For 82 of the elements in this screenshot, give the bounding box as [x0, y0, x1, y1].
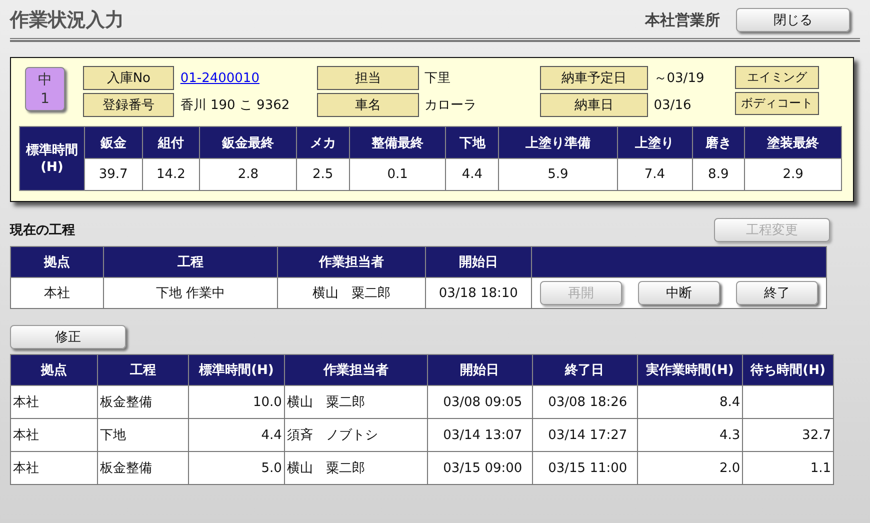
column-header: 作業担当者 [284, 354, 428, 386]
column-header: 下地 [446, 126, 499, 158]
field-label: 納車予定日 [540, 66, 648, 90]
table-cell: 39.7 [84, 158, 142, 190]
table-cell: 4.4 [446, 158, 499, 190]
table-cell: 2.9 [744, 158, 842, 190]
table-cell: 1.1 [810, 460, 831, 476]
table-cell: 7.4 [617, 158, 692, 190]
table-cell: 横山 粟二郎 [286, 395, 365, 410]
column-header: 拠点 [10, 246, 104, 278]
field-value: 香川 190 こ 9362 [180, 97, 291, 114]
field-label: エイミング [735, 66, 819, 89]
column-header: 開始日 [427, 354, 532, 386]
table-cell: 本社 [10, 278, 104, 308]
table-cell: 03/15 09:00 [443, 460, 522, 476]
edit-button[interactable]: 修正 [10, 325, 126, 349]
column-header: 塗装最終 [744, 126, 842, 158]
column-header: 鈑金最終 [200, 126, 297, 158]
table-cell: 03/08 09:05 [443, 394, 522, 410]
page-title: 作業状況入力 [10, 8, 125, 33]
table-cell: 5.9 [498, 158, 618, 190]
column-header: 実作業時間(H) [637, 354, 743, 386]
action-button[interactable]: 終了 [736, 281, 818, 305]
table-cell: 4.3 [719, 428, 740, 442]
close-button[interactable]: 閉じる [736, 8, 850, 32]
action-button[interactable]: 中断 [638, 281, 720, 305]
table-cell: 本社 [13, 428, 39, 443]
column-header: 整備最終 [349, 126, 446, 158]
table-cell: 板金整備 [100, 395, 152, 410]
table-cell: 03/14 13:07 [443, 428, 522, 442]
field-label: 登録番号 [83, 93, 174, 117]
table-cell: 下地 作業中 [103, 278, 278, 308]
field-label: 車名 [317, 93, 418, 117]
field-value: ～03/19 [654, 70, 706, 87]
column-header: 組付 [142, 126, 200, 158]
table-cell: 4.4 [261, 428, 282, 442]
column-header: 工程 [103, 246, 278, 278]
section-title: 現在の工程 [10, 222, 75, 239]
field-value: 下里 [424, 70, 452, 87]
column-header: 開始日 [425, 246, 532, 278]
office-name: 本社営業所 [645, 10, 720, 30]
table-cell: 須斉 ノブトシ [286, 428, 378, 443]
table-cell: 2.5 [296, 158, 350, 190]
table-cell: 本社 [13, 461, 39, 476]
table-cell: 本社 [13, 395, 39, 410]
table-cell: 2.0 [719, 460, 740, 476]
priority-badge: 中 1 [25, 67, 65, 111]
column-header: 上塗り [617, 126, 692, 158]
column-header: 作業担当者 [278, 246, 426, 278]
table-cell: 5.0 [261, 460, 282, 476]
field-value: 03/16 [654, 98, 692, 112]
table-cell: 2.8 [200, 158, 297, 190]
column-header: 待ち時間(H) [742, 354, 834, 386]
column-header: 鈑金 [84, 126, 142, 158]
field-label: 入庫No [83, 66, 174, 90]
column-header: 上塗り準備 [498, 126, 618, 158]
table-cell: 03/15 11:00 [548, 460, 628, 476]
table-cell: 横山 粟二郎 [278, 278, 426, 308]
table-cell: 下地 [100, 428, 126, 443]
table-cell: 8.9 [692, 158, 745, 190]
table-cell: 32.7 [802, 428, 831, 442]
table-cell: 14.2 [142, 158, 200, 190]
field-label: 担当 [317, 66, 418, 90]
table-cell: 横山 粟二郎 [286, 461, 365, 476]
table-cell: 0.1 [349, 158, 446, 190]
column-header: 工程 [97, 354, 189, 386]
table-cell: 03/14 17:27 [548, 428, 628, 442]
table-cell: 8.4 [719, 394, 740, 410]
table-cell: 板金整備 [100, 461, 152, 476]
column-header: 拠点 [10, 354, 98, 386]
field-value: カローラ [424, 97, 478, 114]
table-cell: 03/18 18:10 [425, 278, 532, 308]
column-header: 磨き [692, 126, 745, 158]
table-cell: 03/08 18:26 [548, 394, 628, 410]
column-header: 終了日 [532, 354, 638, 386]
column-header: メカ [296, 126, 350, 158]
order-number-link[interactable]: 01-2400010 [180, 70, 317, 86]
row-header: 標準時間 (H) [20, 126, 84, 190]
field-label: ボディコート [735, 92, 819, 115]
field-label: 納車日 [540, 93, 648, 117]
table-cell: 10.0 [252, 394, 282, 410]
column-header: 標準時間(H) [188, 354, 284, 386]
